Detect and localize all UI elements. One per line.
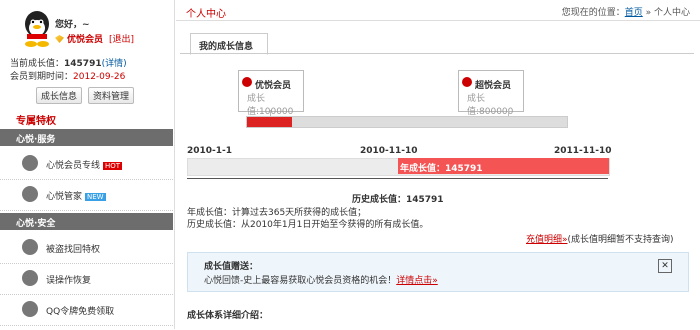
breadcrumb-current: » 个人中心	[645, 8, 690, 18]
section-service: 心悦·服务	[0, 129, 173, 146]
hot-badge: HOT	[103, 162, 123, 170]
sidebar-buttons: 成长信息 资料管理	[36, 87, 140, 104]
level-threshold: 成长值:100000	[247, 94, 294, 117]
vip-line: 优悦会员 [退出]	[55, 32, 134, 45]
gift-text: 心悦回馈-史上最容易获取心悦会员资格的机会！详情点击»	[204, 273, 438, 286]
breadcrumb: 您现在的位置：首页 » 个人中心	[562, 5, 690, 18]
growth-detail-link[interactable]: (详情)	[102, 59, 127, 69]
section-service-title: 心悦·服务	[16, 135, 56, 145]
sidebar-item-recover[interactable]: 被盗找回特权	[0, 233, 173, 264]
sidebar-item-label: 心悦会员专线 HOT	[46, 161, 123, 171]
privileges-title: 专属特权	[16, 116, 56, 127]
greeting: 您好，~	[55, 20, 90, 30]
sidebar-item-label: 误操作恢复	[46, 276, 92, 286]
growth-intro-heading: 成长体系详细介绍：	[187, 311, 269, 321]
level-card-vip: 优悦会员 成长值:100000	[238, 70, 304, 117]
medal-icon	[462, 77, 472, 87]
record-row: 充值明细»(成长值明细暂不支持查询)	[526, 232, 674, 245]
sidebar-item-expert[interactable]: 心悦会员专线 HOT	[0, 149, 173, 180]
level-progress-fill	[247, 117, 292, 127]
growth-value: 145791	[64, 59, 102, 69]
shield-icon	[22, 301, 38, 317]
section-security: 心悦·安全	[0, 213, 173, 230]
close-icon[interactable]: ✕	[658, 259, 672, 273]
gift-detail-link[interactable]: 详情点击»	[396, 276, 438, 286]
history-growth-value: 历史成长值：145791	[352, 195, 444, 205]
timeline-date-end: 2011-11-10	[554, 146, 612, 156]
expire-label: 会员到期时间：	[10, 72, 74, 82]
recharge-detail-link[interactable]: 充值明细»	[526, 235, 568, 245]
user-icon	[22, 186, 38, 202]
annual-growth-value: 年成长值：145791	[400, 164, 483, 174]
level-progress-bar	[246, 116, 568, 128]
gift-notice: 成长值赠送： 心悦回馈-史上最容易获取心悦会员资格的机会！详情点击» ✕	[187, 252, 689, 292]
undo-icon	[22, 270, 38, 286]
page-title: 个人中心	[186, 9, 226, 20]
sidebar-item-label: 被盗找回特权	[46, 245, 101, 255]
tab-label: 我的成长信息	[199, 42, 254, 52]
avatar	[25, 11, 49, 47]
member-info: 当前成长值：145791(详情) 会员到期时间：2012-09-26	[10, 58, 127, 84]
top-bar: 个人中心 您现在的位置：首页 » 个人中心	[176, 0, 700, 21]
gift-desc: 心悦回馈-史上最容易获取心悦会员资格的机会！	[204, 276, 397, 286]
level-card-super: 超悦会员 成长值:800000	[458, 70, 524, 117]
growth-row: 当前成长值：145791(详情)	[10, 58, 127, 71]
tab-growth-info[interactable]: 我的成长信息	[190, 33, 268, 55]
logout-link[interactable]: [退出]	[109, 35, 134, 45]
record-note: (成长值明细暂不支持查询)	[567, 235, 674, 245]
gift-title: 成长值赠送：	[204, 262, 259, 272]
section-security-title: 心悦·安全	[16, 219, 56, 229]
level-threshold: 成长值:800000	[467, 94, 514, 117]
phone-icon	[22, 155, 38, 171]
sidebar-item-undo[interactable]: 误操作恢复	[0, 264, 173, 295]
timeline-date-mid: 2010-11-10	[360, 146, 418, 156]
expire-value: 2012-09-26	[73, 72, 126, 82]
breadcrumb-home-link[interactable]: 首页	[625, 8, 643, 18]
sidebar-item-label: 心悦管家 NEW	[46, 192, 106, 202]
user-card: 您好，~ 优悦会员 [退出]	[3, 3, 171, 53]
timeline-axis	[187, 178, 608, 179]
sidebar-item-manager[interactable]: 心悦管家 NEW	[0, 180, 173, 211]
sidebar: 您好，~ 优悦会员 [退出] 当前成长值：145791(详情) 会员到期时间：20…	[0, 0, 175, 329]
expire-row: 会员到期时间：2012-09-26	[10, 71, 127, 84]
history-growth-desc: 历史成长值：从2010年1月1日开始至今获得的所有成长值。	[187, 220, 429, 230]
sidebar-item-token[interactable]: QQ令牌免费领取	[0, 295, 173, 326]
level-name: 超悦会员	[475, 81, 512, 91]
new-badge: NEW	[85, 193, 106, 201]
sidebar-item-label: QQ令牌免费领取	[46, 307, 115, 317]
diamond-icon	[55, 35, 64, 43]
timeline-date-start: 2010-1-1	[187, 146, 233, 156]
breadcrumb-prefix: 您现在的位置：	[561, 8, 625, 18]
growth-label: 当前成长值：	[10, 59, 65, 69]
vip-label: 优悦会员	[67, 35, 104, 45]
medal-icon	[242, 77, 252, 87]
privileges-heading: 专属特权	[0, 108, 173, 127]
growth-info-button[interactable]: 成长信息	[36, 87, 83, 104]
profile-button[interactable]: 资料管理	[88, 87, 135, 104]
level-name: 优悦会员	[255, 81, 292, 91]
lock-icon	[22, 239, 38, 255]
